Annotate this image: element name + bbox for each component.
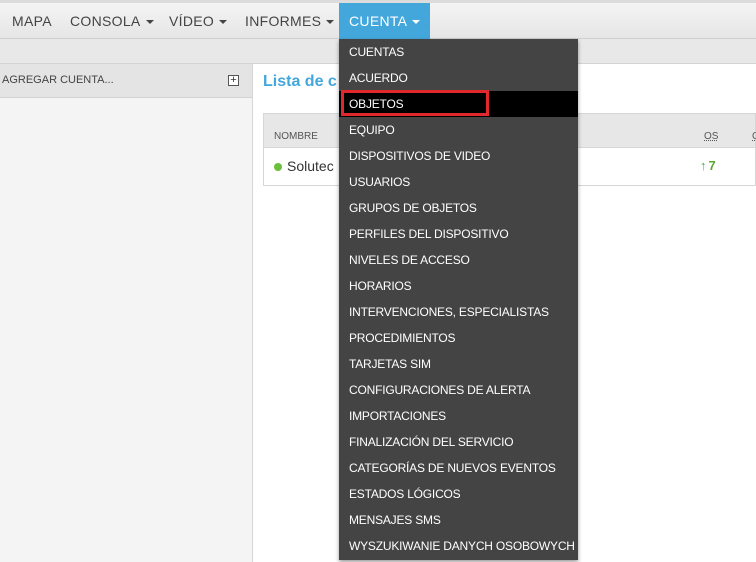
nav-video-label: VÍDEO bbox=[169, 13, 215, 29]
nav-cuenta[interactable]: CUENTA bbox=[339, 3, 431, 39]
menu-item-acuerdo[interactable]: ACUERDO bbox=[339, 65, 578, 91]
caret-down-icon bbox=[326, 20, 335, 25]
nav-informes[interactable]: INFORMES bbox=[245, 3, 335, 39]
menu-item-tarjetas-sim[interactable]: TARJETAS SIM bbox=[339, 351, 578, 377]
column-header-c[interactable]: C bbox=[752, 131, 756, 142]
menu-item-horarios[interactable]: HORARIOS bbox=[339, 273, 578, 299]
os-count: ↑ 7 bbox=[700, 158, 716, 173]
add-account-label[interactable]: AGREGAR CUENTA... bbox=[2, 74, 114, 86]
account-name[interactable]: Solutec bbox=[287, 158, 334, 174]
menu-item-procedimientos[interactable]: PROCEDIMIENTOS bbox=[339, 325, 578, 351]
nav-cuenta-label: CUENTA bbox=[349, 13, 408, 29]
menu-item-cuentas[interactable]: CUENTAS bbox=[339, 39, 578, 65]
caret-down-icon bbox=[219, 20, 228, 25]
page-title: Lista de c bbox=[263, 73, 337, 90]
caret-down-icon bbox=[412, 20, 421, 25]
os-count-value: 7 bbox=[708, 158, 716, 173]
menu-item-finalizacion-del-servicio[interactable]: FINALIZACIÓN DEL SERVICIO bbox=[339, 429, 578, 455]
menu-item-wyszukiwanie-danych-osobowych[interactable]: WYSZUKIWANIE DANYCH OSOBOWYCH bbox=[339, 533, 578, 559]
menu-item-equipo[interactable]: EQUIPO bbox=[339, 117, 578, 143]
plus-square-icon[interactable]: + bbox=[228, 75, 239, 86]
highlight-annotation bbox=[341, 90, 489, 116]
nav-mapa[interactable]: MAPA bbox=[12, 3, 52, 39]
arrow-up-icon: ↑ bbox=[700, 158, 707, 173]
column-header-nombre[interactable]: NOMBRE bbox=[274, 131, 318, 142]
menu-item-categorias-de-nuevos-eventos[interactable]: CATEGORÍAS DE NUEVOS EVENTOS bbox=[339, 455, 578, 481]
sidebar-header: AGREGAR CUENTA... + bbox=[0, 64, 252, 98]
menu-item-configuraciones-de-alerta[interactable]: CONFIGURACIONES DE ALERTA bbox=[339, 377, 578, 403]
menu-item-grupos-de-objetos[interactable]: GRUPOS DE OBJETOS bbox=[339, 195, 578, 221]
menu-item-usuarios[interactable]: USUARIOS bbox=[339, 169, 578, 195]
menu-item-estados-logicos[interactable]: ESTADOS LÓGICOS bbox=[339, 481, 578, 507]
menu-item-mensajes-sms[interactable]: MENSAJES SMS bbox=[339, 507, 578, 533]
menu-item-niveles-de-acceso[interactable]: NIVELES DE ACCESO bbox=[339, 247, 578, 273]
nav-consola[interactable]: CONSOLA bbox=[70, 3, 154, 39]
sidebar: AGREGAR CUENTA... + bbox=[0, 64, 253, 562]
menu-item-importaciones[interactable]: IMPORTACIONES bbox=[339, 403, 578, 429]
cuenta-dropdown-menu: CUENTAS ACUERDO OBJETOS EQUIPO DISPOSITI… bbox=[339, 39, 578, 560]
caret-down-icon bbox=[145, 20, 154, 25]
menu-item-intervenciones[interactable]: INTERVENCIONES, ESPECIALISTAS bbox=[339, 299, 578, 325]
menu-item-dispositivos-de-video[interactable]: DISPOSITIVOS DE VIDEO bbox=[339, 143, 578, 169]
column-header-os[interactable]: OS bbox=[704, 131, 718, 142]
nav-informes-label: INFORMES bbox=[245, 13, 322, 29]
nav-video[interactable]: VÍDEO bbox=[169, 3, 228, 39]
nav-consola-label: CONSOLA bbox=[70, 13, 141, 29]
menu-item-perfiles-del-dispositivo[interactable]: PERFILES DEL DISPOSITIVO bbox=[339, 221, 578, 247]
status-online-icon bbox=[274, 163, 282, 171]
nav-mapa-label: MAPA bbox=[12, 13, 52, 29]
top-nav-bar: MAPA CONSOLA VÍDEO INFORMES CUENTA bbox=[0, 0, 756, 39]
